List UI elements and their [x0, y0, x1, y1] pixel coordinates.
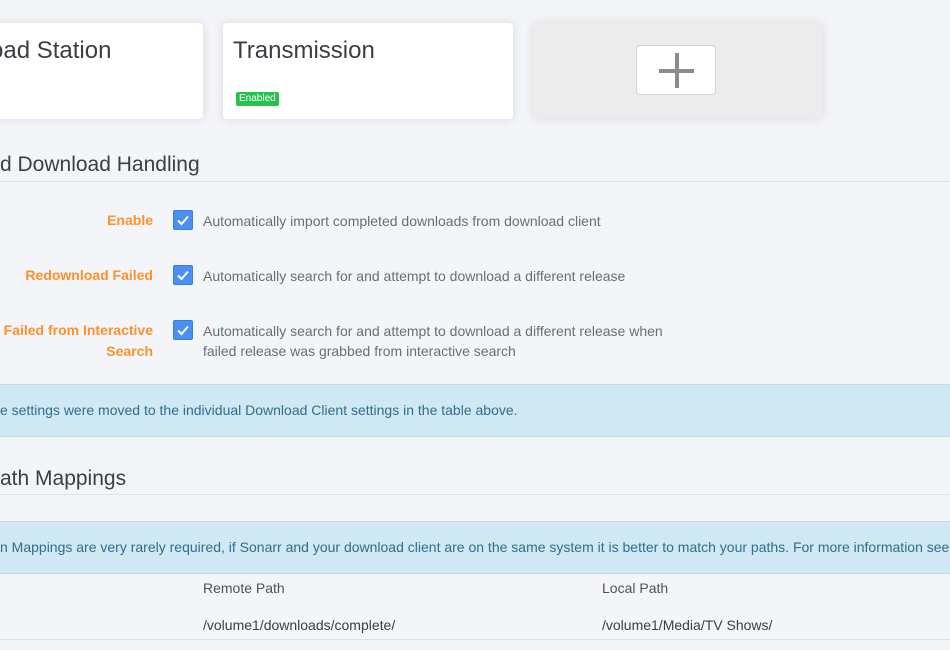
- column-header-remote-path: Remote Path: [203, 580, 285, 596]
- check-icon: [177, 215, 189, 226]
- row-divider: [0, 639, 950, 640]
- status-badge-enabled: Enabled: [236, 92, 279, 106]
- label-line-2: Search: [106, 343, 153, 359]
- redownload-failed-interactive-label: ad Failed from Interactive Search: [0, 320, 153, 362]
- info-alert-text: n Mappings are very rarely required, if …: [0, 539, 950, 555]
- enable-checkbox[interactable]: [173, 210, 193, 230]
- local-path-cell: /volume1/Media/TV Shows/: [602, 617, 773, 633]
- redownload-failed-interactive-help-text: Automatically search for and attempt to …: [203, 323, 663, 359]
- enable-label: Enable: [107, 212, 153, 228]
- column-header-local-path: Local Path: [602, 580, 669, 596]
- client-name: oad Station: [0, 37, 112, 64]
- section-divider: [0, 494, 950, 495]
- client-name: Transmission: [233, 37, 375, 64]
- info-alert-settings-moved: e settings were moved to the individual …: [0, 384, 950, 437]
- label-line-1: ad Failed from Interactive: [0, 322, 153, 338]
- table-row[interactable]: [0, 605, 950, 606]
- redownload-failed-checkbox[interactable]: [173, 265, 193, 285]
- download-client-card-download-station[interactable]: oad Station: [0, 23, 203, 119]
- enable-help-text: Automatically import completed downloads…: [203, 213, 601, 229]
- check-icon: [177, 325, 189, 336]
- redownload-failed-help-text: Automatically search for and attempt to …: [203, 268, 626, 284]
- section-title-remote-path-mappings: ath Mappings: [0, 467, 127, 490]
- redownload-failed-label: Redownload Failed: [25, 267, 153, 283]
- info-alert-remote-path-mappings: n Mappings are very rarely required, if …: [0, 521, 950, 574]
- info-alert-text: e settings were moved to the individual …: [0, 402, 518, 418]
- add-download-client-card: [533, 23, 822, 119]
- section-title-completed-download-handling: d Download Handling: [0, 153, 200, 176]
- add-download-client-button[interactable]: [636, 45, 716, 95]
- check-icon: [177, 270, 189, 281]
- remote-path-cell: /volume1/downloads/complete/: [203, 617, 396, 633]
- redownload-failed-interactive-checkbox[interactable]: [173, 320, 193, 340]
- section-divider: [0, 181, 950, 182]
